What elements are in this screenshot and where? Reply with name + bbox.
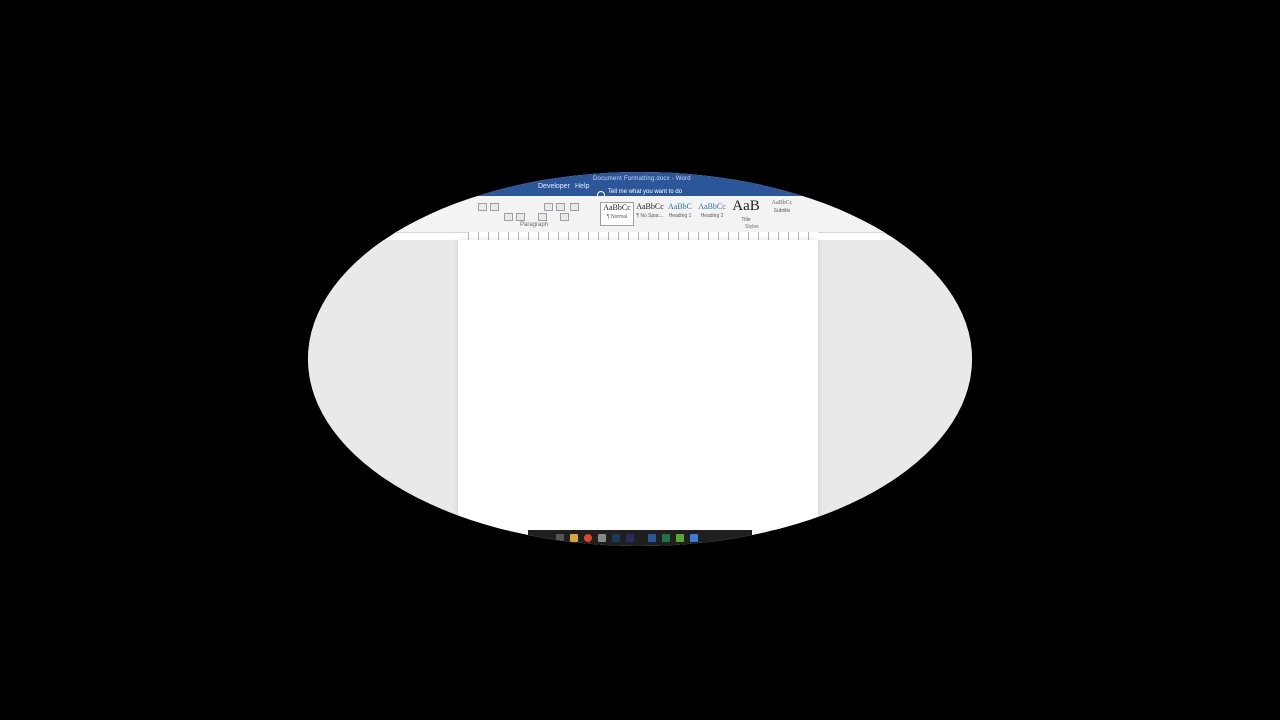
app-icon[interactable] <box>690 534 698 542</box>
style-name: Heading 1 <box>668 213 692 219</box>
numbering-icon[interactable] <box>490 203 499 211</box>
ribbon: Paragraph AaBbCc ¶ Normal AaBbCc ¶ No Sp… <box>308 196 972 233</box>
shading-icon[interactable] <box>560 213 569 221</box>
bullets-icon[interactable] <box>478 203 487 211</box>
excel-icon[interactable] <box>662 534 670 542</box>
style-name: Title <box>741 217 751 223</box>
align-center-icon[interactable] <box>516 213 525 221</box>
line-spacing-icon[interactable] <box>538 213 547 221</box>
chrome-icon[interactable] <box>584 534 592 542</box>
style-name: Heading 2 <box>700 213 724 219</box>
style-sample: AaBbCc <box>698 202 726 211</box>
increase-indent-icon[interactable] <box>556 203 565 211</box>
document-canvas <box>308 240 972 530</box>
style-sample: AaB <box>732 198 760 214</box>
tell-me-search[interactable]: Tell me what you want to do <box>608 189 682 195</box>
document-page[interactable] <box>458 240 818 530</box>
premiere-icon[interactable] <box>626 534 634 542</box>
app-icon[interactable] <box>676 534 684 542</box>
paragraph-group-label: Paragraph <box>520 222 549 228</box>
style-normal[interactable]: AaBbCc ¶ Normal <box>600 202 634 226</box>
tab-help[interactable]: Help <box>575 183 589 190</box>
decrease-indent-icon[interactable] <box>544 203 553 211</box>
photoshop-icon[interactable] <box>612 534 620 542</box>
style-sample: AaBbCc <box>603 203 631 212</box>
style-no-spacing[interactable]: AaBbCc ¶ No Spac... <box>634 202 666 224</box>
style-name: Subtitle <box>773 208 791 214</box>
align-left-icon[interactable] <box>504 213 513 221</box>
tab-developer[interactable]: Developer <box>538 183 570 190</box>
app-icon[interactable] <box>598 534 606 542</box>
style-name: ¶ Normal <box>606 214 628 220</box>
taskbar <box>528 530 752 546</box>
style-title[interactable]: AaB Title <box>730 198 762 223</box>
start-icon[interactable] <box>556 534 564 542</box>
file-explorer-icon[interactable] <box>570 534 578 542</box>
style-heading-1[interactable]: AaBbC Heading 1 <box>664 202 696 224</box>
style-sample: AaBbC <box>668 202 692 211</box>
document-title: Document Formatting.docx - Word <box>593 176 691 182</box>
style-name: ¶ No Spac... <box>636 213 664 219</box>
sort-icon[interactable] <box>570 203 579 211</box>
word-window: Document Formatting.docx - Word Develope… <box>308 172 972 546</box>
styles-group-label: Styles <box>745 224 759 230</box>
style-subtitle[interactable]: AaBbCc Subtitle <box>766 200 798 222</box>
word-icon[interactable] <box>648 534 656 542</box>
word-viewport: Document Formatting.docx - Word Develope… <box>308 172 972 546</box>
style-sample: AaBbCc <box>636 202 664 211</box>
style-heading-2[interactable]: AaBbCc Heading 2 <box>696 202 728 224</box>
style-sample: AaBbCc <box>771 200 793 206</box>
